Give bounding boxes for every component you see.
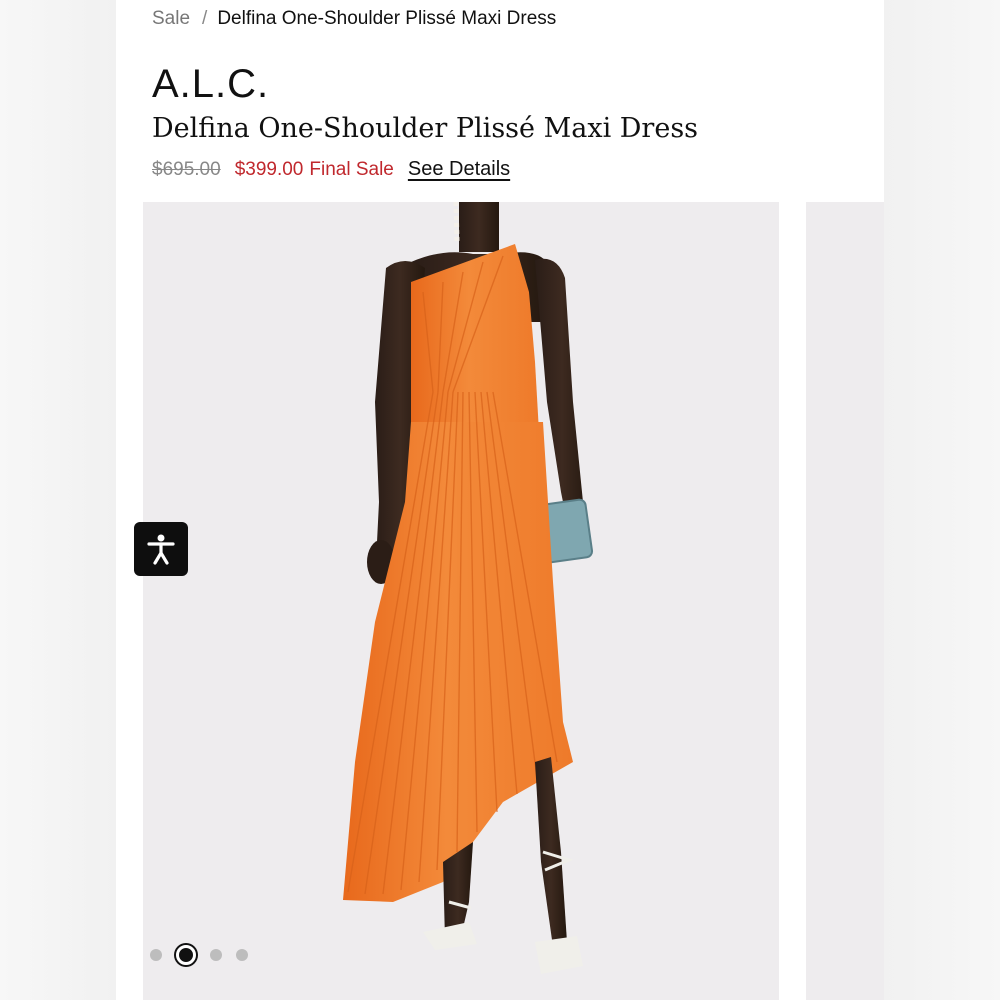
product-image[interactable] <box>143 202 779 1000</box>
original-price: $695.00 <box>152 159 221 180</box>
see-details-link[interactable]: See Details <box>408 158 510 180</box>
accessibility-icon <box>147 534 175 565</box>
product-photo-illustration <box>343 202 594 974</box>
product-page: Sale / Delfina One-Shoulder Plissé Maxi Dr… <box>116 0 884 1000</box>
accessibility-button[interactable] <box>134 522 188 576</box>
breadcrumb: Sale / Delfina One-Shoulder Plissé Maxi Dr… <box>152 8 556 30</box>
left-background-margin <box>0 0 116 1000</box>
brand-name: A.L.C. <box>152 62 270 106</box>
product-title: Delfina One-Shoulder Plissé Maxi Dress <box>152 113 699 144</box>
final-sale-label: Final Sale <box>309 159 394 180</box>
breadcrumb-sale-link[interactable]: Sale <box>152 8 190 29</box>
breadcrumb-current: Delfina One-Shoulder Plissé Maxi Dress <box>217 8 557 29</box>
gallery-dot-3[interactable] <box>210 949 222 961</box>
sale-price: $399.00 <box>234 159 304 180</box>
gallery-dot-4[interactable] <box>236 949 248 961</box>
right-background-margin <box>884 0 1000 1000</box>
breadcrumb-separator: / <box>202 8 208 29</box>
gallery-dot-2-active[interactable] <box>176 945 196 965</box>
price-row: $695.00 $399.00 Final Sale See Details <box>152 158 510 181</box>
gallery-pagination <box>150 945 248 965</box>
gallery-dot-1[interactable] <box>150 949 162 961</box>
next-image-preview[interactable] <box>806 202 884 1000</box>
